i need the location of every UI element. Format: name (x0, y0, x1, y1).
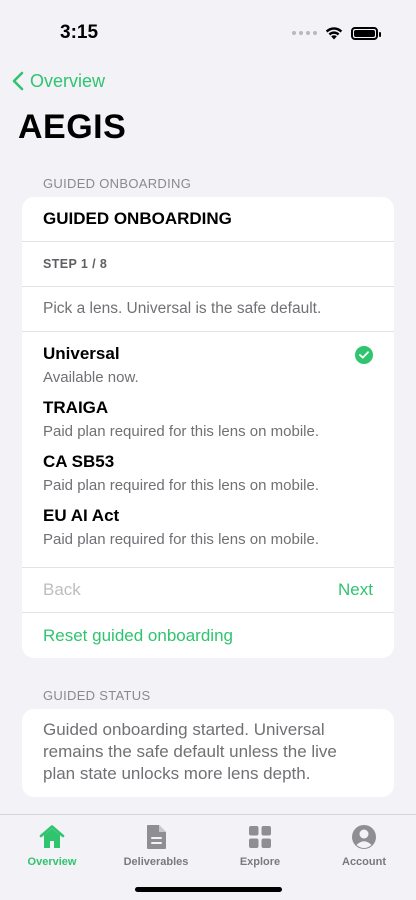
step-navigation: Back Next (22, 568, 394, 613)
lens-name: EU AI Act (43, 506, 120, 525)
lens-description: Paid plan required for this lens on mobi… (43, 423, 319, 440)
lens-name: TRAIGA (43, 398, 109, 417)
lens-description: Paid plan required for this lens on mobi… (43, 531, 319, 548)
home-indicator (135, 887, 282, 892)
reset-onboarding-button[interactable]: Reset guided onboarding (22, 613, 394, 658)
tab-label: Deliverables (123, 856, 189, 868)
chevron-left-icon (12, 71, 24, 91)
tab-label: Overview (27, 856, 77, 868)
tab-label: Account (342, 856, 386, 868)
battery-icon (351, 26, 381, 40)
lens-option-ca-sb53[interactable]: CA SB53 Paid plan required for this lens… (43, 451, 394, 505)
document-icon (142, 823, 170, 851)
status-icons (292, 26, 381, 40)
guided-status-card: Guided onboarding started. Universal rem… (22, 709, 394, 797)
tab-label: Explore (239, 856, 281, 868)
guided-status-section-header: GUIDED STATUS (43, 688, 151, 703)
status-time: 3:15 (60, 22, 99, 43)
onboarding-prompt: Pick a lens. Universal is the safe defau… (22, 287, 394, 332)
status-bar: 3:15 (0, 0, 416, 60)
back-button[interactable]: Back (43, 580, 81, 600)
tab-overview[interactable]: Overview (0, 815, 104, 900)
onboarding-card-title: GUIDED ONBOARDING (22, 197, 394, 242)
lens-name: Universal (43, 344, 120, 363)
lens-description: Available now. (43, 369, 139, 386)
step-indicator: STEP 1 / 8 (22, 242, 394, 287)
grid-icon (246, 823, 274, 851)
lens-name: CA SB53 (43, 452, 115, 471)
lens-option-traiga[interactable]: TRAIGA Paid plan required for this lens … (43, 397, 394, 451)
tab-bar: Overview Deliverables Explore Account (0, 814, 416, 900)
lens-list: Universal Available now. TRAIGA Paid pla… (22, 332, 394, 568)
tab-account[interactable]: Account (312, 815, 416, 900)
wifi-icon (325, 27, 343, 40)
back-to-overview-link[interactable]: Overview (12, 68, 105, 94)
lens-description: Paid plan required for this lens on mobi… (43, 477, 319, 494)
onboarding-card: GUIDED ONBOARDING STEP 1 / 8 Pick a lens… (22, 197, 394, 658)
signal-icon (292, 31, 317, 35)
house-icon (38, 823, 66, 851)
guided-status-text: Guided onboarding started. Universal rem… (43, 720, 337, 783)
page-title: AEGIS (18, 108, 127, 146)
lens-option-eu-ai-act[interactable]: EU AI Act Paid plan required for this le… (43, 505, 394, 559)
person-circle-icon (350, 823, 378, 851)
checkmark-circle-icon (355, 346, 373, 364)
onboarding-section-header: GUIDED ONBOARDING (43, 176, 192, 191)
lens-option-universal[interactable]: Universal Available now. (43, 343, 394, 397)
next-button[interactable]: Next (338, 580, 373, 600)
back-link-label: Overview (30, 70, 106, 91)
